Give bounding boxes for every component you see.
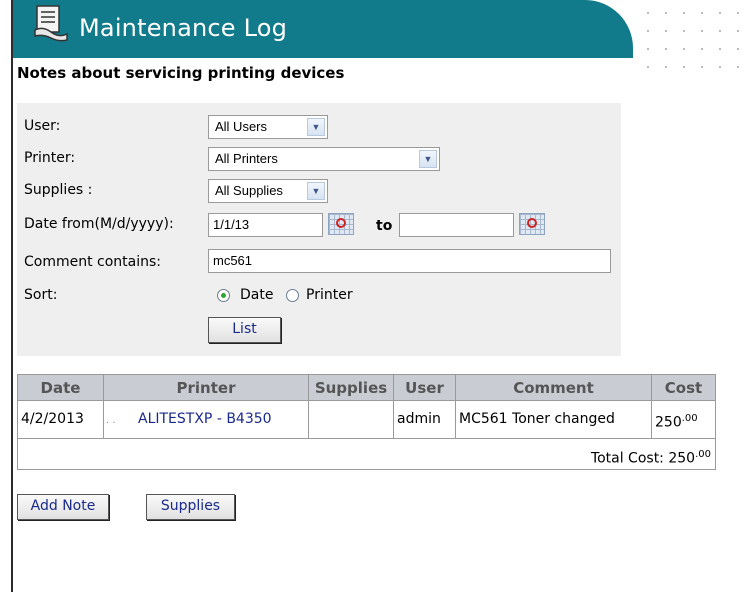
sort-label: Sort: [24, 287, 58, 303]
list-button[interactable]: List [208, 317, 281, 343]
column-header-comment[interactable]: Comment [456, 375, 652, 401]
column-header-user[interactable]: User [394, 375, 456, 401]
total-cost-label: Total Cost: [590, 450, 664, 467]
page-subtitle: Notes about servicing printing devices [17, 64, 345, 82]
supplies-select[interactable]: All Supplies ▼ [208, 179, 328, 203]
column-header-date[interactable]: Date [18, 375, 104, 401]
decorative-dots [633, 0, 748, 70]
sort-printer-radio[interactable] [286, 289, 299, 302]
comment-input[interactable]: mc561 [208, 249, 611, 273]
column-header-cost[interactable]: Cost [652, 375, 715, 401]
cost-cents: .00 [681, 413, 698, 424]
cell-supplies [309, 401, 394, 439]
printer-link[interactable]: ALITESTXP - B4350 [138, 411, 272, 427]
chevron-down-icon[interactable]: ▼ [419, 150, 437, 168]
date-from-input[interactable]: 1/1/13 [208, 213, 323, 237]
page-title: Maintenance Log [79, 14, 288, 42]
sort-date-radio[interactable] [217, 289, 230, 302]
sort-printer-label[interactable]: Printer [306, 287, 353, 303]
calendar-icon[interactable] [519, 213, 545, 235]
printer-prefix: . . [106, 415, 116, 426]
column-header-supplies[interactable]: Supplies [309, 375, 394, 401]
cell-cost: 250.00 [652, 401, 715, 439]
supplies-label: Supplies : [24, 182, 93, 198]
user-label: User: [24, 118, 61, 134]
results-table: Date Printer Supplies User Comment Cost … [17, 374, 716, 470]
log-document-icon [34, 5, 68, 42]
cell-user: admin [394, 401, 456, 439]
printer-select[interactable]: All Printers ▼ [208, 147, 440, 171]
cell-date: 4/2/2013 [18, 401, 104, 439]
total-cost-cents: .00 [695, 449, 711, 460]
printer-label: Printer: [24, 150, 76, 166]
calendar-icon[interactable] [328, 213, 354, 235]
date-from-label: Date from(M/d/yyyy): [24, 216, 174, 232]
user-select-value: All Users [215, 119, 268, 134]
date-to-input[interactable] [399, 213, 514, 237]
total-cost: Total Cost: 250.00 [591, 439, 711, 469]
add-note-button[interactable]: Add Note [17, 494, 109, 520]
cell-printer: . . ALITESTXP - B4350 [104, 401, 309, 439]
date-to-label: to [376, 218, 393, 234]
left-border [11, 0, 13, 592]
cell-comment: MC561 Toner changed [456, 401, 652, 439]
cost-value: 250 [655, 414, 682, 431]
user-select[interactable]: All Users ▼ [208, 115, 328, 139]
chevron-down-icon[interactable]: ▼ [307, 182, 325, 200]
chevron-down-icon[interactable]: ▼ [307, 118, 325, 136]
sort-date-label[interactable]: Date [240, 287, 273, 303]
column-header-printer[interactable]: Printer [104, 375, 309, 401]
supplies-button[interactable]: Supplies [146, 494, 235, 520]
total-cost-value: 250 [668, 450, 696, 467]
header-banner: Maintenance Log [13, 0, 633, 58]
printer-select-value: All Printers [215, 151, 278, 166]
supplies-select-value: All Supplies [215, 183, 283, 198]
comment-label: Comment contains: [24, 254, 162, 270]
